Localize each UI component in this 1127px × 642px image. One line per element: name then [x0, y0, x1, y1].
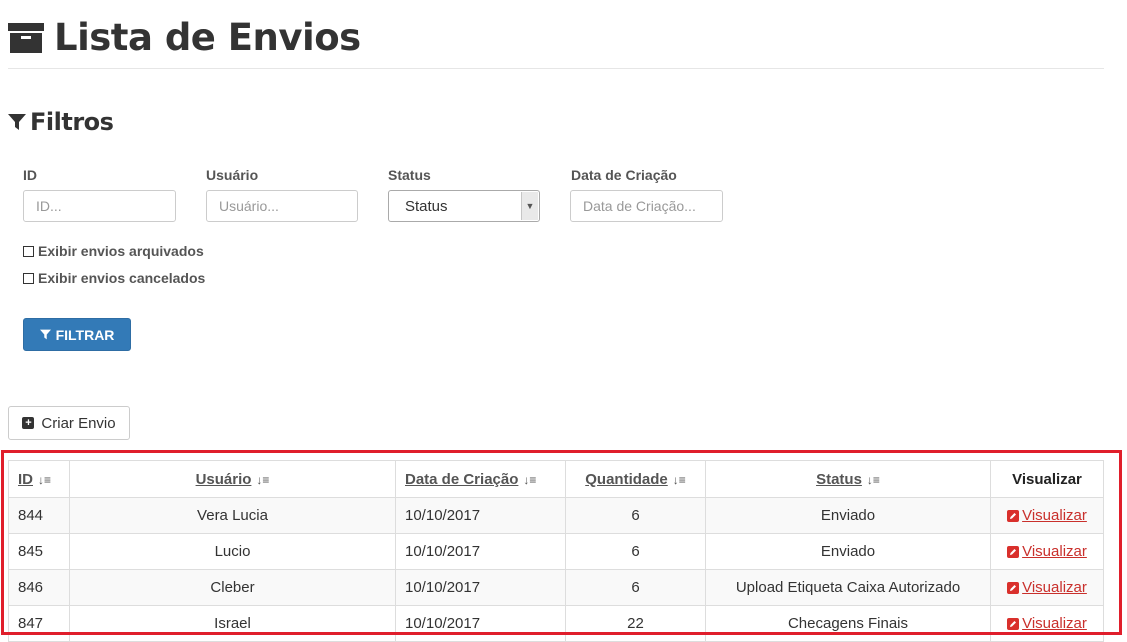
plus-square-icon: + — [22, 417, 35, 429]
cell-view: Visualizar — [990, 605, 1104, 642]
cell-id: 847 — [8, 605, 70, 642]
archived-checkbox-label: Exibir envios arquivados — [38, 243, 204, 259]
cell-created: 10/10/2017 — [395, 605, 566, 642]
edit-icon — [1007, 581, 1020, 594]
view-link[interactable]: Visualizar — [1007, 507, 1087, 524]
cell-view: Visualizar — [990, 497, 1104, 534]
archive-box-icon — [8, 22, 44, 53]
filters-title: Filtros — [8, 108, 114, 136]
filter-button-label: FILTRAR — [55, 326, 115, 343]
create-shipment-label: Criar Envio — [41, 414, 116, 432]
archived-checkbox-row[interactable]: Exibir envios arquivados — [23, 243, 204, 259]
cancelled-checkbox[interactable] — [23, 272, 34, 284]
sort-icon: ↓≡ — [523, 472, 537, 487]
create-shipment-button[interactable]: + Criar Envio — [8, 406, 130, 440]
sort-icon: ↓≡ — [38, 472, 52, 487]
user-label: Usuário — [206, 167, 259, 183]
edit-icon — [1007, 545, 1020, 558]
view-link-label: Visualizar — [1022, 579, 1087, 597]
page-title-text: Lista de Envios — [54, 16, 361, 59]
id-label: ID — [23, 167, 37, 183]
archived-checkbox[interactable] — [23, 245, 34, 257]
filter-button[interactable]: FILTRAR — [23, 318, 131, 351]
cell-status: Enviado — [705, 497, 991, 534]
filters-title-text: Filtros — [30, 108, 114, 136]
column-header-quantity[interactable]: Quantidade ↓≡ — [565, 460, 706, 498]
cell-quantity: 6 — [565, 533, 706, 570]
cell-status: Enviado — [705, 533, 991, 570]
cell-id: 844 — [8, 497, 70, 534]
user-input[interactable] — [206, 190, 358, 222]
column-header-user[interactable]: Usuário ↓≡ — [69, 460, 396, 498]
cell-created: 10/10/2017 — [395, 569, 566, 606]
view-link[interactable]: Visualizar — [1007, 615, 1087, 632]
chevron-down-icon: ▼ — [521, 192, 538, 220]
created-date-input[interactable] — [570, 190, 723, 222]
cell-status: Checagens Finais — [705, 605, 991, 642]
cell-quantity: 6 — [565, 569, 706, 606]
sort-id-link[interactable]: ID — [18, 471, 33, 488]
view-link[interactable]: Visualizar — [1007, 579, 1087, 596]
edit-icon — [1007, 617, 1020, 630]
sort-icon: ↓≡ — [866, 472, 880, 487]
column-header-id[interactable]: ID ↓≡ — [8, 460, 70, 498]
id-input[interactable] — [23, 190, 176, 222]
column-header-status[interactable]: Status ↓≡ — [705, 460, 991, 498]
cell-user: Lucio — [69, 533, 396, 570]
filter-icon — [8, 114, 26, 130]
cell-id: 846 — [8, 569, 70, 606]
view-link-label: Visualizar — [1022, 507, 1087, 525]
cell-status: Upload Etiqueta Caixa Autorizado — [705, 569, 991, 606]
view-link-label: Visualizar — [1022, 543, 1087, 561]
edit-icon — [1007, 509, 1020, 522]
column-header-view: Visualizar — [990, 460, 1104, 498]
table-row: 844 Vera Lucia 10/10/2017 6 Enviado Visu… — [8, 497, 1104, 534]
cancelled-checkbox-label: Exibir envios cancelados — [38, 270, 206, 286]
table-header-row: ID ↓≡ Usuário ↓≡ Data de Criação ↓≡ Quantid… — [8, 460, 1104, 498]
cell-view: Visualizar — [990, 569, 1104, 606]
cell-created: 10/10/2017 — [395, 533, 566, 570]
sort-user-link[interactable]: Usuário — [196, 471, 252, 488]
sort-quantity-link[interactable]: Quantidade — [585, 471, 668, 488]
cell-quantity: 22 — [565, 605, 706, 642]
column-header-created[interactable]: Data de Criação ↓≡ — [395, 460, 566, 498]
cell-user: Cleber — [69, 569, 396, 606]
sort-created-link[interactable]: Data de Criação — [405, 471, 518, 488]
cell-created: 10/10/2017 — [395, 497, 566, 534]
view-link[interactable]: Visualizar — [1007, 543, 1087, 560]
cell-view: Visualizar — [990, 533, 1104, 570]
view-link-label: Visualizar — [1022, 615, 1087, 633]
sort-icon: ↓≡ — [256, 472, 270, 487]
filter-icon — [39, 329, 51, 340]
created-label: Data de Criação — [571, 167, 677, 183]
cell-user: Vera Lucia — [69, 497, 396, 534]
table-row: 845 Lucio 10/10/2017 6 Enviado Visualiza… — [8, 533, 1104, 570]
cancelled-checkbox-row[interactable]: Exibir envios cancelados — [23, 270, 205, 286]
sort-status-link[interactable]: Status — [816, 471, 862, 488]
status-select[interactable]: Status ▼ — [388, 190, 540, 222]
shipments-table: ID ↓≡ Usuário ↓≡ Data de Criação ↓≡ Quantid… — [8, 460, 1104, 642]
status-label: Status — [388, 167, 431, 183]
status-select-value: Status — [405, 198, 448, 215]
cell-user: Israel — [69, 605, 396, 642]
cell-quantity: 6 — [565, 497, 706, 534]
page-header: Lista de Envios — [8, 14, 1104, 69]
page-title: Lista de Envios — [8, 16, 361, 59]
table-row: 847 Israel 10/10/2017 22 Checagens Finai… — [8, 605, 1104, 642]
sort-icon: ↓≡ — [672, 472, 686, 487]
table-row: 846 Cleber 10/10/2017 6 Upload Etiqueta … — [8, 569, 1104, 606]
cell-id: 845 — [8, 533, 70, 570]
